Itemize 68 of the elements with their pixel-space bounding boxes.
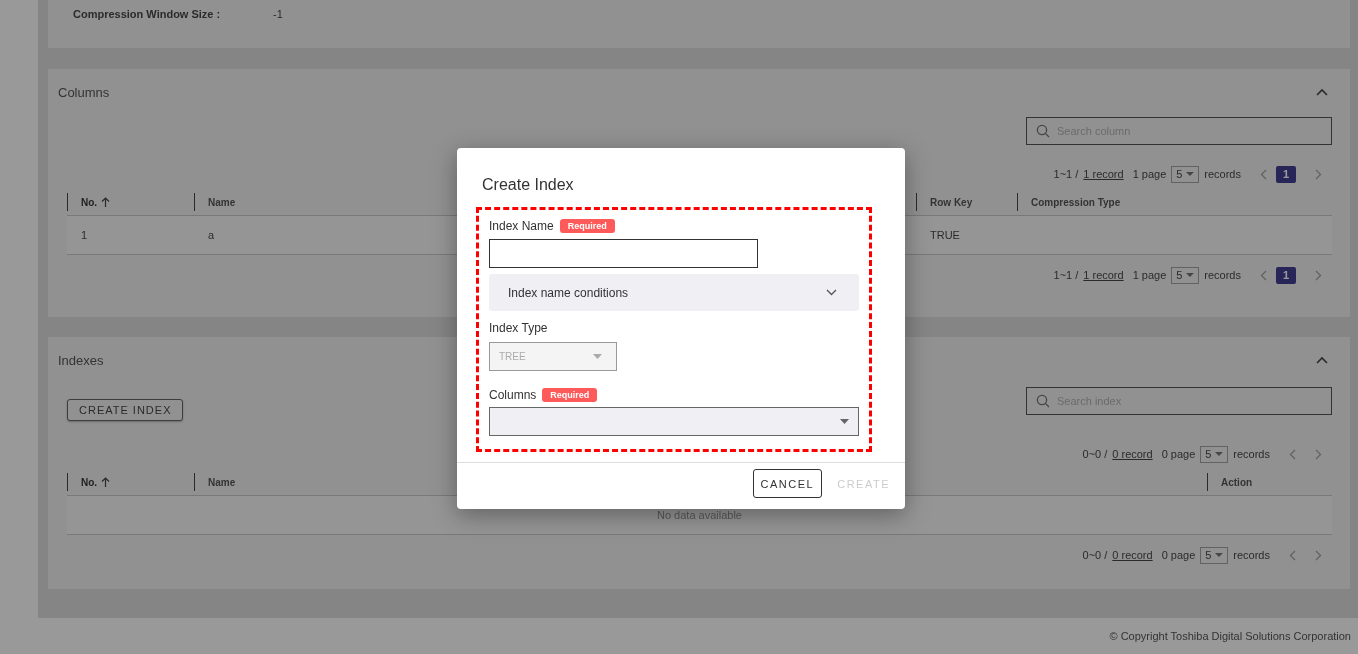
previous-page-icon[interactable] [1260, 269, 1267, 281]
records-label: records [1204, 168, 1241, 180]
previous-page-icon[interactable] [1289, 448, 1296, 460]
section-title: Indexes [58, 352, 104, 368]
column-header[interactable]: No. [81, 196, 98, 208]
chevron-icon[interactable] [1316, 356, 1328, 364]
field-label: Columns [489, 388, 537, 402]
records-label: records [1233, 448, 1270, 460]
property-value: -1 [273, 8, 283, 20]
per-page-select[interactable]: 5 [1200, 546, 1229, 564]
table-cell-text: 1 [80, 229, 89, 241]
table-cell-text: TRUE [929, 229, 961, 241]
column-header[interactable]: Name [208, 476, 236, 488]
previous-page-icon[interactable] [1289, 549, 1296, 561]
column-header[interactable]: Name [208, 196, 236, 208]
property-label: Compression Window Size : [73, 8, 222, 20]
dropdown-arrow-icon [1215, 452, 1224, 456]
field-label: Index Name [489, 219, 554, 233]
page-count-text: 0 page [1161, 448, 1196, 460]
sort-arrow-icon[interactable] [101, 197, 111, 207]
page-count-text: 1 page [1132, 168, 1167, 180]
dropdown-arrow-icon [1186, 172, 1195, 176]
dropdown-arrow-icon [840, 419, 849, 424]
dropdown-arrow-icon [1215, 553, 1224, 557]
per-page-select[interactable]: 5 [1200, 445, 1229, 463]
next-page-icon[interactable] [1315, 168, 1322, 180]
create-index-button[interactable]: CREATE INDEX [67, 399, 184, 421]
required-badge: Required [542, 388, 598, 402]
required-badge: Required [559, 219, 615, 233]
per-page-select[interactable]: 5 [1171, 266, 1200, 284]
record-count-link[interactable]: 1 record [1083, 168, 1124, 180]
table-cell-text: a [207, 229, 216, 241]
cancel-button[interactable]: CANCEL [752, 469, 823, 498]
previous-page-icon[interactable] [1260, 168, 1267, 180]
range-text: 0~0 / [1082, 549, 1108, 561]
page-button[interactable]: 1 [1276, 165, 1296, 183]
chevron-icon[interactable] [1316, 88, 1328, 96]
next-page-icon[interactable] [1315, 269, 1322, 281]
search-icon [1036, 394, 1050, 408]
sort-arrow-icon[interactable] [101, 477, 111, 487]
record-count-link[interactable]: 1 record [1083, 269, 1124, 281]
range-text: 1~1 / [1053, 269, 1079, 281]
section-title: Columns [58, 84, 110, 100]
next-page-icon[interactable] [1315, 549, 1322, 561]
range-text: 0~0 / [1082, 448, 1108, 460]
record-count-link[interactable]: 0 record [1112, 448, 1153, 460]
index-name-conditions-panel[interactable]: Index name conditions [489, 274, 859, 311]
field-label: Index Type [489, 321, 548, 335]
copyright-text: © Copyright Toshiba Digital Solutions Corporation [1109, 630, 1351, 642]
column-header[interactable]: No. [81, 476, 98, 488]
records-label: records [1233, 549, 1270, 561]
column-header[interactable]: Compression Type [1031, 196, 1121, 208]
columns-select[interactable] [489, 407, 859, 436]
column-header[interactable]: Action [1221, 476, 1253, 488]
dialog-title: Create Index [481, 175, 575, 195]
record-count-link[interactable]: 0 record [1112, 549, 1153, 561]
next-page-icon[interactable] [1315, 448, 1322, 460]
dropdown-arrow-icon [1186, 273, 1195, 277]
page-button[interactable]: 1 [1276, 266, 1296, 284]
per-page-select[interactable]: 5 [1171, 165, 1200, 183]
records-label: records [1204, 269, 1241, 281]
index-name-field[interactable] [489, 239, 758, 268]
page-count-text: 0 page [1161, 549, 1196, 561]
dropdown-arrow-icon [593, 354, 602, 359]
page-count-text: 1 page [1132, 269, 1167, 281]
column-header[interactable]: Row Key [930, 196, 973, 208]
search-icon [1036, 124, 1050, 138]
range-text: 1~1 / [1053, 168, 1079, 180]
